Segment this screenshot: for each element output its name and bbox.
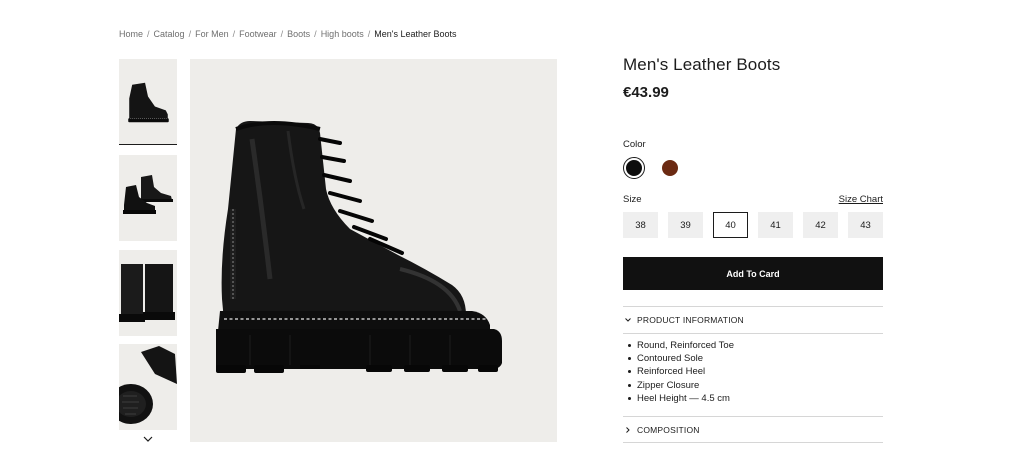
size-option-38[interactable]: 38 [623,212,658,238]
list-item: Contoured Sole [628,352,734,365]
size-option-41[interactable]: 41 [758,212,793,238]
size-option-39[interactable]: 39 [668,212,703,238]
chevron-down-icon[interactable] [142,432,154,444]
breadcrumb-high-boots[interactable]: High boots [321,29,364,39]
breadcrumb-separator: / [147,29,150,39]
size-chart-link[interactable]: Size Chart [839,194,883,205]
list-item: Round, Reinforced Toe [628,339,734,352]
boot-side-thumbnail-image [128,82,169,123]
boots-pair-thumbnail-image [123,175,173,214]
divider [623,333,883,334]
boots-back-thumbnail-image [119,264,175,322]
product-information-list: Round, Reinforced Toe Contoured Sole Rei… [628,339,734,405]
product-information-label: PRODUCT INFORMATION [637,315,744,325]
breadcrumb-separator: / [367,29,371,39]
thumbnail-boot-side[interactable] [119,59,177,145]
product-information-toggle[interactable]: PRODUCT INFORMATION [623,307,883,333]
color-swatch-brown[interactable] [659,157,681,179]
thumbnail-boots-pair[interactable] [119,155,177,241]
main-product-image [190,59,557,442]
thumbnail-boot-sole[interactable] [119,344,177,430]
breadcrumb-home[interactable]: Home [119,29,143,39]
swatch-fill-black [626,160,642,176]
composition-toggle[interactable]: COMPOSITION [623,417,883,443]
add-to-cart-button[interactable]: Add To Card [623,257,883,290]
breadcrumb-for-men[interactable]: For Men [195,29,229,39]
swatch-fill-brown [662,160,678,176]
product-page: Home / Catalog / For Men / Footwear / Bo… [0,0,1026,466]
boot-image [216,121,502,373]
list-item: Heel Height — 4.5 cm [628,392,734,405]
product-title: Men's Leather Boots [623,55,781,74]
thumbnail-boots-back[interactable] [119,250,177,336]
divider [623,442,883,443]
breadcrumb-separator: / [232,29,236,39]
chevron-right-icon [623,425,633,435]
chevron-down-icon [623,315,633,325]
boot-sole-thumbnail-image [119,346,177,424]
size-option-42[interactable]: 42 [803,212,838,238]
list-item: Zipper Closure [628,379,734,392]
breadcrumb-separator: / [188,29,192,39]
breadcrumb-separator: / [314,29,317,39]
size-label: Size [623,194,642,205]
composition-label: COMPOSITION [637,425,700,435]
size-option-40[interactable]: 40 [713,212,748,238]
breadcrumb-current: Men's Leather Boots [374,29,457,39]
size-option-43[interactable]: 43 [848,212,883,238]
breadcrumb-separator: / [280,29,284,39]
color-swatch-black[interactable] [623,157,645,179]
breadcrumb-catalog[interactable]: Catalog [154,29,185,39]
color-label: Color [623,139,646,150]
color-swatches [623,157,695,179]
product-price: €43.99 [623,84,669,101]
list-item: Reinforced Heel [628,365,734,378]
breadcrumb-footwear[interactable]: Footwear [239,29,277,39]
breadcrumb: Home / Catalog / For Men / Footwear / Bo… [119,29,457,39]
size-options: 38 39 40 41 42 43 [623,212,883,238]
breadcrumb-boots[interactable]: Boots [287,29,310,39]
